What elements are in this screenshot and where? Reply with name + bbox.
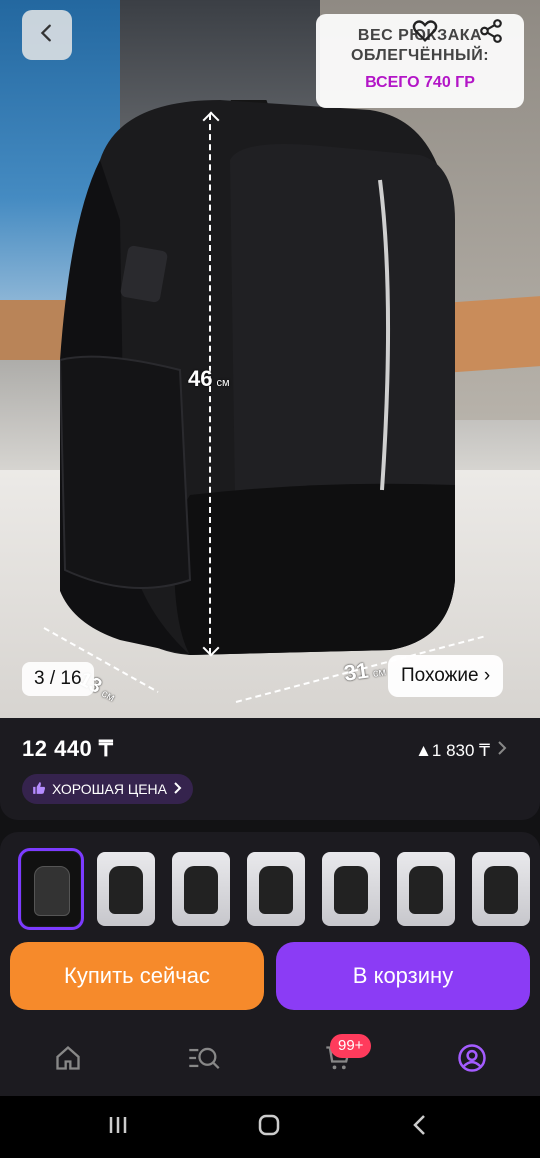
tab-catalog[interactable]	[184, 1040, 224, 1080]
backpack-thumbnail-graphic	[109, 866, 143, 914]
backpack-thumbnail-graphic	[334, 866, 368, 914]
thumbnail[interactable]	[322, 852, 380, 926]
height-value: 46	[188, 366, 213, 391]
add-to-cart-button[interactable]: В корзину	[276, 942, 530, 1010]
backpack-thumbnail-graphic	[184, 866, 218, 914]
price-change[interactable]: ▲1 830 ₸	[415, 740, 508, 761]
share-button[interactable]	[476, 18, 506, 48]
recent-apps-button[interactable]	[103, 1112, 133, 1142]
thumbnail[interactable]	[97, 852, 155, 926]
image-counter: 3 / 16	[22, 662, 94, 696]
backpack-thumbnail-graphic	[34, 866, 70, 916]
price-card	[0, 718, 540, 820]
share-icon	[478, 18, 504, 49]
height-dimension: 46 см	[188, 366, 230, 392]
backpack-thumbnail-graphic	[409, 866, 443, 914]
heart-icon	[411, 17, 439, 50]
tab-profile[interactable]	[452, 1040, 492, 1080]
promo-line-3: ВСЕГО 740 ГР	[365, 74, 475, 91]
thumbnail-strip	[18, 848, 530, 930]
home-system-button[interactable]	[254, 1112, 284, 1142]
thumbnail[interactable]	[18, 848, 84, 930]
chevron-left-icon	[36, 22, 58, 49]
thumbs-up-icon	[32, 781, 46, 798]
recent-apps-icon	[106, 1114, 130, 1141]
back-button[interactable]	[22, 10, 72, 60]
tab-home[interactable]	[48, 1040, 88, 1080]
backpack-thumbnail-graphic	[259, 866, 293, 914]
similar-button[interactable]: Похожие ›	[388, 655, 504, 697]
buy-now-button[interactable]: Купить сейчас	[10, 942, 264, 1010]
thumbnail[interactable]	[472, 852, 530, 926]
cart-count-badge: 99+	[330, 1034, 372, 1058]
backpack-illustration	[60, 100, 455, 655]
back-chevron-icon	[410, 1113, 430, 1142]
thumbnail[interactable]	[397, 852, 455, 926]
back-system-button[interactable]	[405, 1112, 435, 1142]
current-price: 12 440 ₸	[22, 736, 114, 761]
favorite-button[interactable]	[410, 18, 440, 48]
good-price-badge[interactable]: ХОРОШАЯ ЦЕНА	[22, 774, 193, 804]
good-price-label: ХОРОШАЯ ЦЕНА	[52, 781, 167, 797]
home-circle-icon	[257, 1113, 281, 1142]
profile-icon	[457, 1043, 487, 1078]
product-image[interactable]: 46см 31см 13см ВЕС РЮКЗАКА ОБЛЕГЧЁННЫЙ: …	[0, 0, 540, 718]
home-icon	[54, 1044, 82, 1077]
chevron-right-icon	[496, 740, 508, 761]
height-unit: см	[216, 377, 230, 389]
backpack-thumbnail-graphic	[484, 866, 518, 914]
catalog-search-icon	[187, 1044, 221, 1077]
thumbnail[interactable]	[247, 852, 305, 926]
chevron-right-icon	[173, 781, 183, 797]
price-change-value: ▲1 830 ₸	[415, 740, 490, 760]
thumbnail[interactable]	[172, 852, 230, 926]
